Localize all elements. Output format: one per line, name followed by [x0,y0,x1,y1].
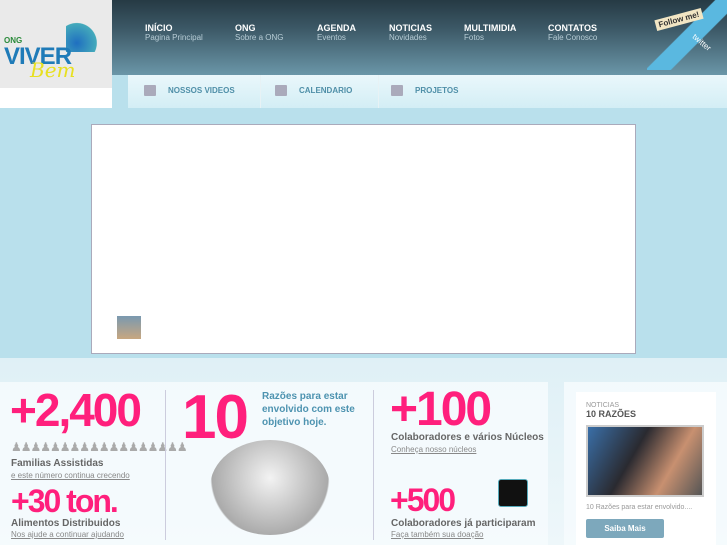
nav-multimidia[interactable]: MULTIMIDIA Fotos [464,23,516,42]
news-category: NOTICIAS [586,402,620,409]
news-title[interactable]: 10 RAZÕES [586,409,636,419]
divider [165,390,166,540]
news-image[interactable] [586,425,704,497]
food-value: +30 ton. [11,483,119,519]
reasons-text: Razões para estar envolvido com este obj… [262,391,355,428]
follow-me-label: Follow me! [654,8,704,31]
nav-ong[interactable]: ONG Sobre a ONG [235,23,283,42]
film-icon [144,85,156,97]
participants-link[interactable]: Faça também sua doação [391,530,484,539]
globe-people-image [210,440,330,535]
image-slider[interactable] [91,124,636,354]
butterfly-icon [66,22,102,52]
saiba-mais-button[interactable]: Saiba Mais [586,519,664,538]
logo[interactable]: ONG VIVER Bem [0,0,112,108]
collab-value: +100 [390,383,492,436]
people-row-icon: ♟♟♟♟♟♟♟♟♟♟♟♟♟♟♟♟♟♟ [11,440,188,454]
divider [373,390,374,540]
slider-thumbnail[interactable] [117,316,141,339]
subnav-projetos[interactable]: PROJETOS [379,75,499,108]
food-label: Alimentos Distribuidos [11,518,121,529]
family-chat-icon [498,479,528,507]
news-box: NOTICIAS 10 RAZÕES 10 Razões para estar … [576,392,716,545]
subnav-videos[interactable]: NOSSOS VIDEOS [128,75,261,108]
subnav-calendario[interactable]: CALENDARIO [261,75,379,108]
families-label: Familias Assistidas [11,458,104,469]
news-caption: 10 Razões para estar envolvido.... [586,504,693,511]
collab-label: Colaboradores e vários Núcleos [391,432,544,443]
participants-label: Colaboradores já participaram [391,518,536,529]
nav-inicio[interactable]: INÍCIO Pagina Principal [145,23,203,42]
people-icon [391,85,403,97]
nav-noticias[interactable]: NOTICIAS Novidades [389,23,432,42]
food-link[interactable]: Nos ajude a continuar ajudando [11,530,124,539]
logo-bem: Bem [30,58,76,82]
nav-contatos[interactable]: CONTATOS Fale Conosco [548,23,597,42]
sub-nav: NOSSOS VIDEOS CALENDARIO PROJETOS [128,75,727,108]
reasons-value: 10 [182,383,249,452]
collab-link[interactable]: Conheça nosso núcleos [391,445,476,454]
twitter-label: twitter [690,32,713,53]
families-value: +2,400 [10,384,142,436]
nav-agenda[interactable]: AGENDA Eventos [317,23,356,42]
calendar-icon [275,85,287,97]
families-link[interactable]: e este número continua crecendo [11,471,130,480]
twitter-follow-badge[interactable]: Follow me! twitter [647,0,727,70]
participants-value: +500 [390,482,456,518]
